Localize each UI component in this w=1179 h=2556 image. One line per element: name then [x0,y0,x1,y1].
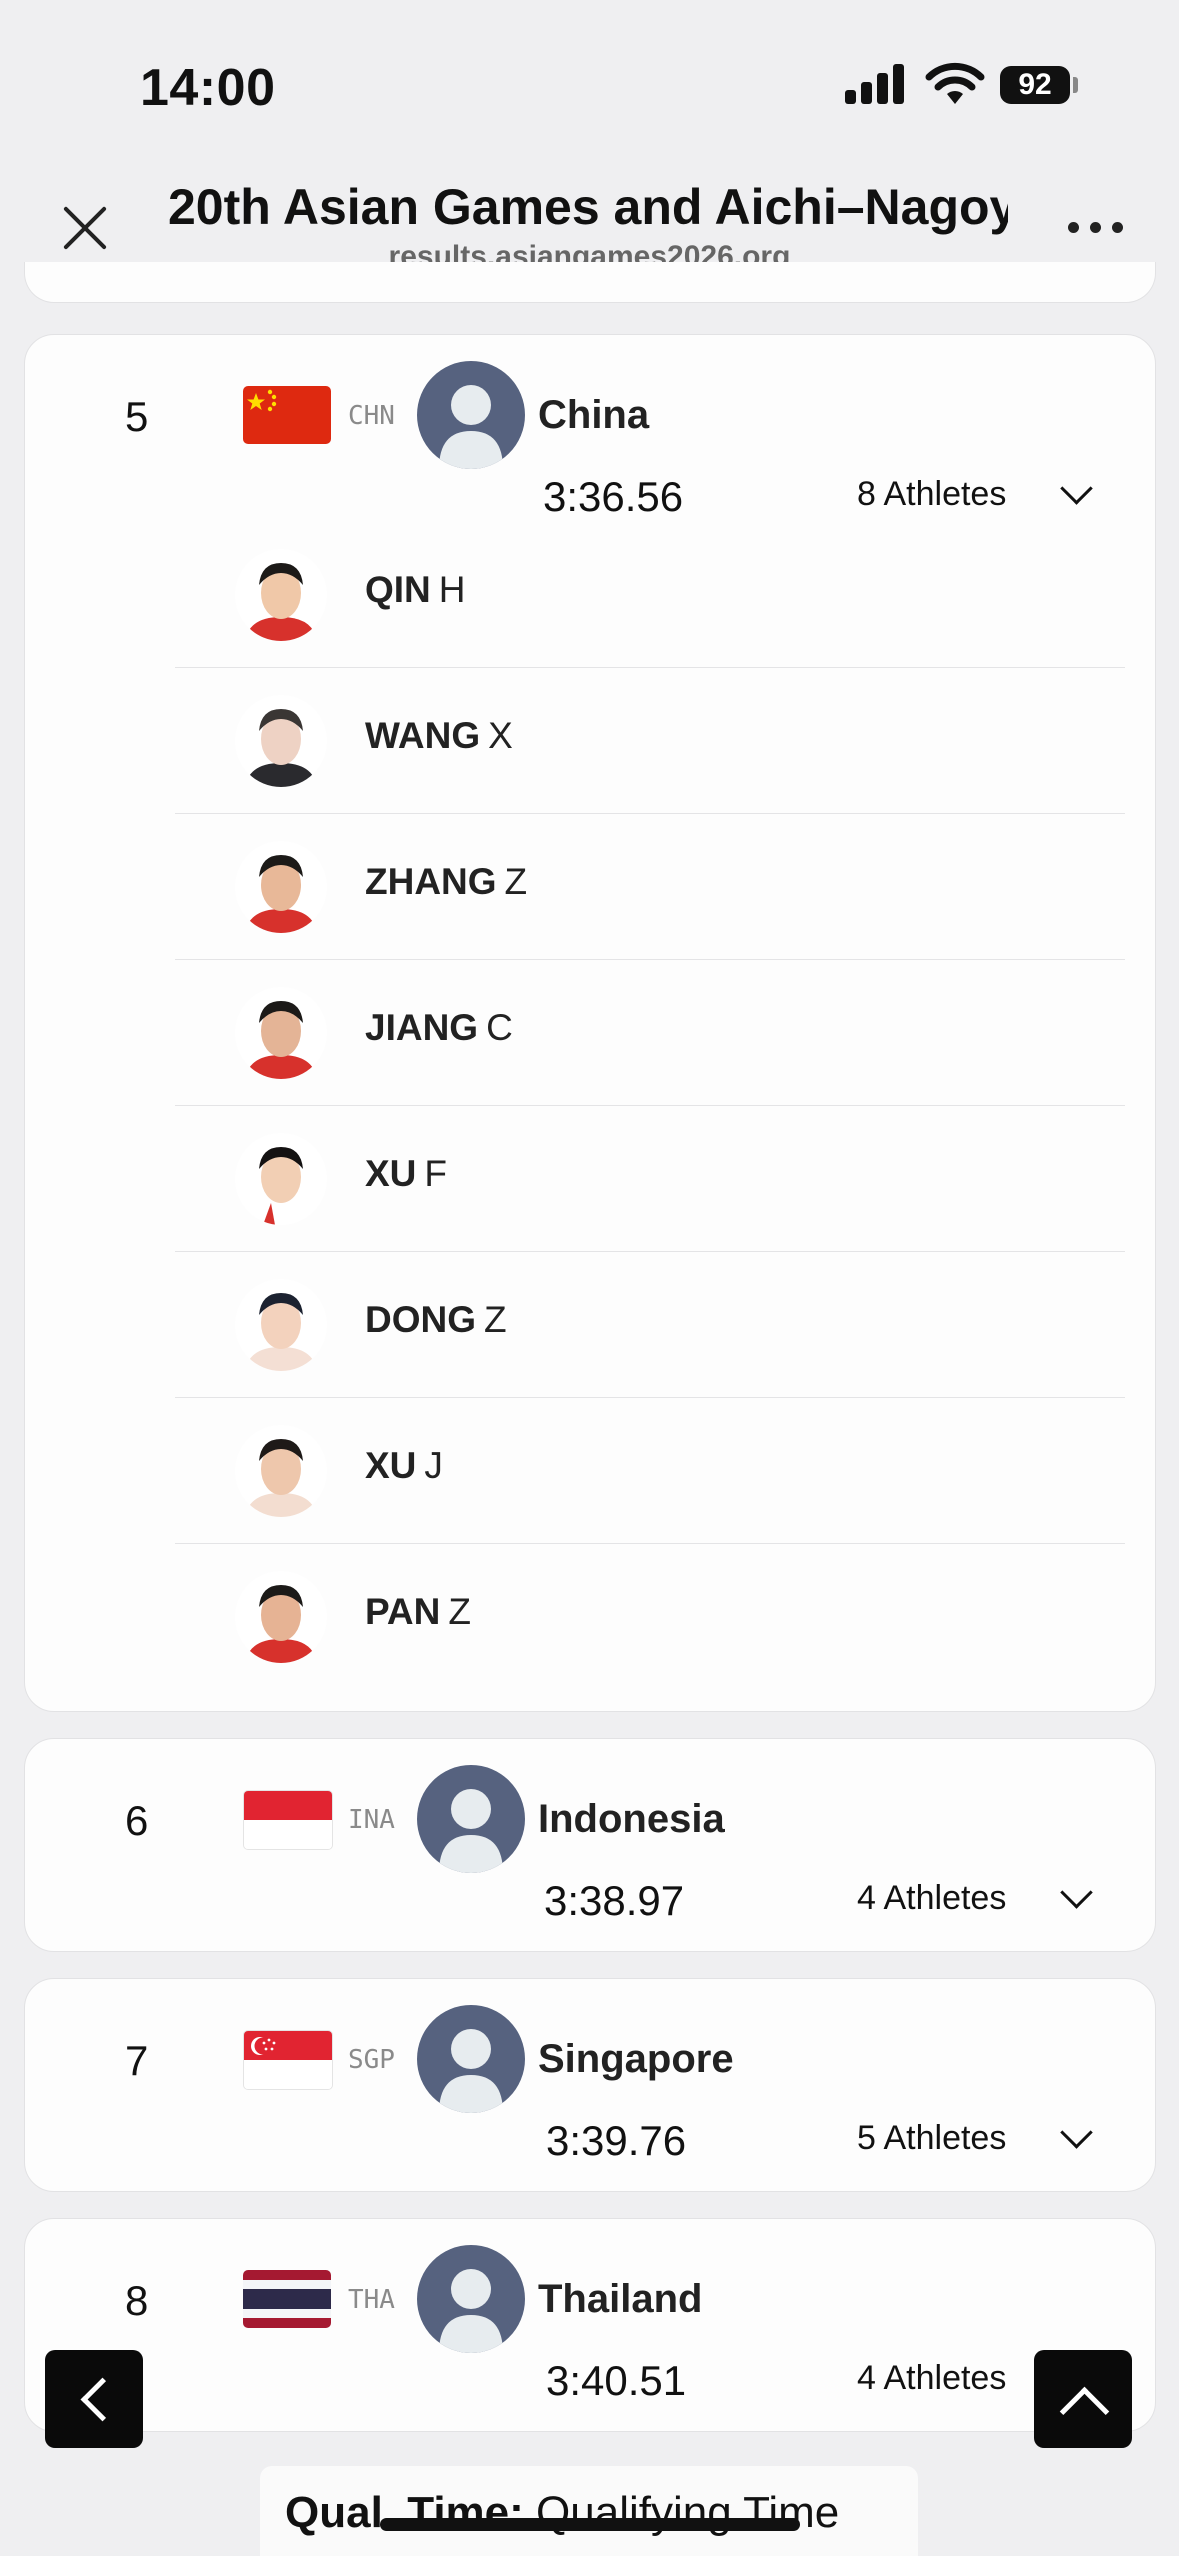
team-noc: THA [348,2285,395,2315]
athlete-name: PAN Z [365,1591,471,1632]
team-name: China [538,393,650,437]
athlete-row[interactable]: DONG Z [175,1251,1125,1398]
athlete-name: ZHANG Z [365,861,528,902]
athletes-toggle[interactable]: 5 Athletes [857,2119,1006,2158]
home-indicator[interactable] [380,2518,800,2531]
athletes-toggle[interactable]: 8 Athletes [857,475,1006,514]
flag-icon [243,386,331,444]
athlete-photo [235,987,327,1079]
battery-icon: 92 [1000,66,1070,104]
athlete-name: QIN H [365,569,466,610]
team-card-ina[interactable]: 6 INA Indonesia 3:38.97 4 Athletes [24,1738,1156,1952]
person-icon [417,1765,525,1873]
team-name: Singapore [538,2037,734,2081]
person-icon [417,2245,525,2353]
athlete-photo [235,1425,327,1517]
athlete-row[interactable]: QIN H [175,521,1125,668]
chevron-down-icon[interactable] [1060,1876,1093,1909]
athlete-photo [235,1279,327,1371]
team-card-sgp[interactable]: 7 SGP Singapore 3:39.76 5 Athletes [24,1978,1156,2192]
chevron-down-icon[interactable] [1060,472,1093,505]
athlete-row[interactable]: WANG X [175,667,1125,814]
team-rank: 7 [125,2037,149,2084]
team-time: 3:40.51 [546,2357,687,2404]
team-rank: 5 [125,393,149,440]
athletes-toggle[interactable]: 4 Athletes [857,1879,1006,1918]
chevron-left-icon[interactable] [45,2350,143,2448]
wifi-icon [925,62,985,104]
team-noc: SGP [348,2045,395,2075]
team-time: 3:36.56 [543,473,684,520]
team-card-chn[interactable]: 5 CHN China 3:36.56 8 Athletes QIN H WANG… [24,334,1156,1712]
chevron-up-icon[interactable] [1034,2350,1132,2448]
battery-tip [1073,77,1078,93]
person-icon [417,361,525,469]
athlete-photo [235,549,327,641]
athlete-photo [235,841,327,933]
athlete-name: DONG Z [365,1299,507,1340]
athlete-name: JIANG C [365,1007,513,1048]
athlete-photo [235,695,327,787]
more-icon[interactable] [1060,210,1130,240]
team-time: 3:39.76 [546,2117,687,2164]
previous-card-edge [24,262,1156,303]
person-icon [417,2005,525,2113]
legend-box: Qual. Time: Qualifying Time [260,2466,918,2556]
cellular-signal-icon [845,62,905,104]
athlete-row[interactable]: XU F [175,1105,1125,1252]
athlete-row[interactable]: ZHANG Z [175,813,1125,960]
status-time: 14:00 [140,59,276,117]
chevron-down-icon[interactable] [1060,2116,1093,2149]
team-noc: INA [348,1805,395,1835]
team-card-tha[interactable]: 8 THA Thailand 3:40.51 4 Athletes [24,2218,1156,2432]
team-rank: 6 [125,1797,149,1844]
team-name: Thailand [538,2277,703,2321]
athlete-row[interactable]: XU J [175,1397,1125,1544]
athlete-name: XU J [365,1445,443,1486]
team-time: 3:38.97 [544,1877,685,1924]
athlete-row[interactable]: PAN Z [175,1543,1125,1689]
page-title: 20th Asian Games and Aichi–Nagoya [168,179,1008,235]
flag-icon [243,2270,331,2328]
athlete-photo [235,1571,327,1663]
athletes-toggle[interactable]: 4 Athletes [857,2359,1006,2398]
team-noc: CHN [348,401,395,431]
athlete-name: WANG X [365,715,513,756]
flag-icon [243,1790,333,1850]
athlete-photo [235,1133,327,1225]
athlete-name: XU F [365,1153,448,1194]
team-name: Indonesia [538,1797,725,1841]
flag-icon [243,2030,333,2090]
athlete-row[interactable]: JIANG C [175,959,1125,1106]
team-rank: 8 [125,2277,149,2324]
